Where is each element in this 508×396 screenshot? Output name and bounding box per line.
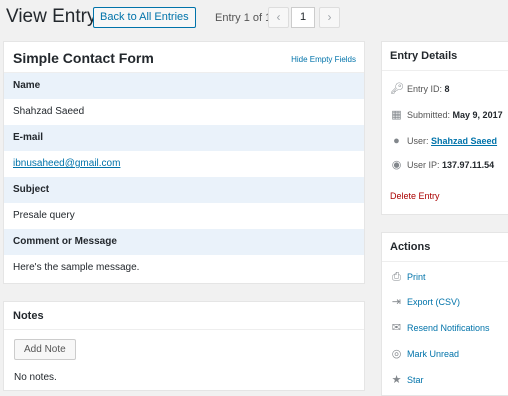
form-entry-panel: Simple Contact Form Hide Empty Fields Na…: [3, 41, 365, 284]
delete-entry-link[interactable]: Delete Entry: [390, 191, 440, 201]
user-ip-row: ◉ User IP: 137.97.11.54: [390, 157, 494, 173]
mark-unread-label: Mark Unread: [407, 349, 460, 359]
form-panel-header: Simple Contact Form Hide Empty Fields: [4, 42, 364, 73]
email-icon: ✉: [391, 322, 402, 334]
user-link[interactable]: Shahzad Saeed: [431, 136, 497, 146]
previous-entry-button[interactable]: ‹: [268, 7, 289, 28]
entry-details-title: Entry Details: [382, 42, 508, 71]
user-row: ● User: Shahzad Saeed: [390, 133, 497, 149]
resend-notifications-action[interactable]: ✉ Resend Notifications: [390, 320, 490, 336]
export-label: Export (CSV): [407, 297, 461, 307]
print-icon: ⎙: [392, 271, 401, 283]
location-pin-icon: ◉: [391, 159, 402, 171]
entry-id-row: 🔑︎ Entry ID: 8: [390, 81, 450, 97]
back-to-entries-button[interactable]: Back to All Entries: [93, 7, 196, 28]
key-icon: 🔑︎: [390, 83, 404, 95]
user-label: User:: [407, 136, 429, 146]
submitted-label: Submitted:: [407, 110, 451, 120]
eye-slash-icon: ◎: [391, 348, 402, 360]
field-label-email: E-mail: [4, 125, 364, 151]
next-entry-button[interactable]: ›: [319, 7, 340, 28]
star-label: Star: [407, 375, 424, 385]
page-header: View Entry Back to All Entries Entry 1 o…: [0, 0, 508, 36]
page-title: View Entry: [6, 6, 97, 27]
field-value-message: Here's the sample message.: [4, 255, 364, 281]
no-notes-text: No notes.: [14, 372, 57, 383]
resend-label: Resend Notifications: [407, 323, 490, 333]
actions-title: Actions: [382, 233, 508, 262]
field-label-name: Name: [4, 73, 364, 99]
add-note-button[interactable]: Add Note: [14, 339, 76, 360]
field-value-name: Shahzad Saeed: [4, 99, 364, 125]
email-link[interactable]: ibnusaheed@gmail.com: [13, 158, 120, 169]
field-value-subject: Presale query: [4, 203, 364, 229]
star-action[interactable]: ★ Star: [390, 372, 424, 388]
current-entry-input[interactable]: 1: [291, 7, 315, 28]
print-action[interactable]: ⎙ Print: [390, 269, 426, 285]
user-ip-value: 137.97.11.54: [442, 160, 495, 170]
notes-title: Notes: [4, 302, 364, 330]
export-icon: ⇥: [391, 296, 402, 308]
mark-unread-action[interactable]: ◎ Mark Unread: [390, 346, 459, 362]
field-label-message: Comment or Message: [4, 229, 364, 255]
print-label: Print: [407, 272, 426, 282]
user-ip-label: User IP:: [407, 160, 440, 170]
export-csv-action[interactable]: ⇥ Export (CSV): [390, 294, 460, 310]
field-label-subject: Subject: [4, 177, 364, 203]
field-value-email: ibnusaheed@gmail.com: [4, 151, 364, 177]
notes-panel: Notes Add Note No notes.: [3, 301, 365, 391]
entry-id-value: 8: [444, 84, 450, 94]
form-title: Simple Contact Form: [13, 50, 154, 66]
user-icon: ●: [393, 135, 400, 147]
submitted-value: May 9, 2017: [452, 110, 503, 120]
entry-id-label: Entry ID:: [407, 84, 443, 94]
calendar-icon: ▦: [391, 109, 402, 121]
hide-empty-fields-link[interactable]: Hide Empty Fields: [291, 55, 356, 64]
actions-panel: Actions ⎙ Print ⇥ Export (CSV) ✉ Resend Not…: [381, 232, 508, 396]
star-icon: ★: [391, 374, 402, 386]
submitted-row: ▦ Submitted: May 9, 2017: [390, 107, 503, 123]
entry-details-panel: Entry Details 🔑︎ Entry ID: 8 ▦ Submitted: …: [381, 41, 508, 215]
pager-label: Entry 1 of 1: [215, 12, 272, 24]
